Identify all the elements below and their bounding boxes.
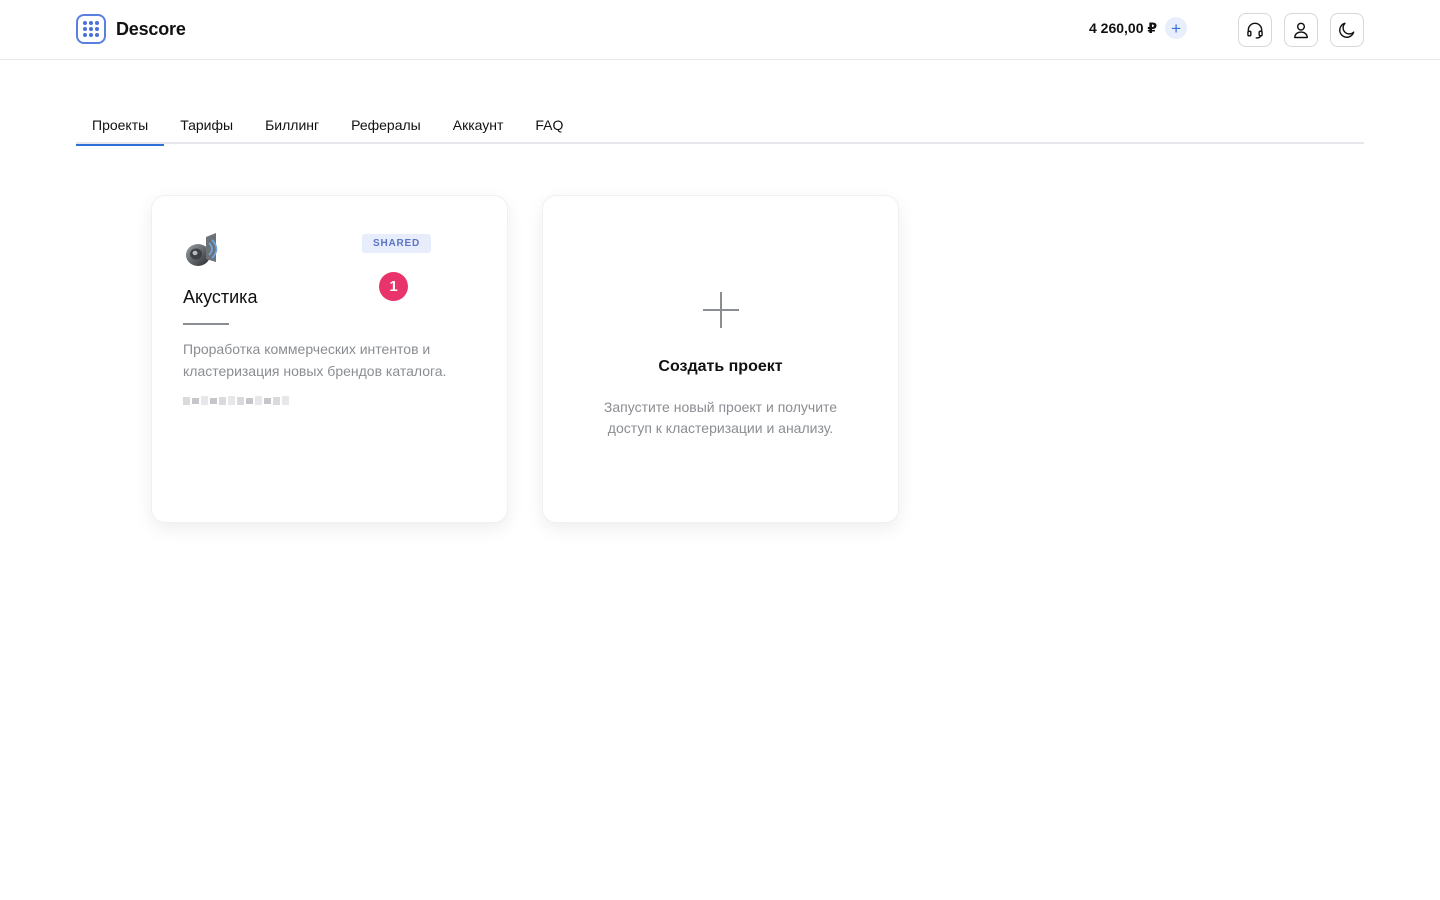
top-header: Descore 4 260,00 ₽ +	[0, 0, 1440, 60]
tab-referrals[interactable]: Рефералы	[335, 108, 437, 144]
app-logo[interactable]: Descore	[76, 14, 186, 44]
app-name: Descore	[116, 18, 186, 39]
project-description: Проработка коммерческих интентов и класт…	[183, 341, 447, 379]
headset-icon	[1247, 22, 1263, 39]
balance-widget: 4 260,00 ₽ +	[1089, 17, 1188, 39]
user-icon	[1294, 22, 1308, 39]
create-project-card[interactable]: Создать проект Запустите новый проект и …	[542, 195, 899, 523]
logo-grid-icon	[76, 14, 106, 44]
tab-projects[interactable]: Проекты	[76, 108, 165, 146]
create-project-description: Запустите новый проект и получите доступ…	[603, 399, 838, 436]
shared-badge: SHARED	[362, 234, 432, 253]
create-project-title: Создать проект	[658, 358, 783, 375]
top-up-balance-button[interactable]: +	[1165, 17, 1188, 39]
speaker-icon	[186, 233, 218, 266]
plus-icon: +	[1171, 18, 1182, 38]
tab-faq[interactable]: FAQ	[519, 108, 579, 144]
project-title: Акустика	[183, 287, 258, 307]
tab-account[interactable]: Аккаунт	[437, 108, 520, 144]
support-button[interactable]	[1238, 13, 1272, 47]
notification-count-badge: 1	[379, 272, 408, 301]
title-divider	[183, 323, 229, 325]
tab-billing[interactable]: Биллинг	[249, 108, 335, 144]
plus-icon	[703, 292, 739, 328]
project-card[interactable]: SHARED 1 Акустика Проработка коммерчески…	[151, 195, 508, 523]
main-tabs: Проекты Тарифы Биллинг Рефералы Аккаунт …	[76, 108, 1364, 146]
blurred-owner-email	[183, 396, 289, 405]
balance-amount: 4 260,00 ₽	[1089, 19, 1158, 36]
profile-button[interactable]	[1284, 13, 1318, 47]
moon-icon	[1339, 22, 1355, 38]
tab-tariffs[interactable]: Тарифы	[164, 108, 249, 144]
theme-toggle-button[interactable]	[1330, 13, 1364, 47]
